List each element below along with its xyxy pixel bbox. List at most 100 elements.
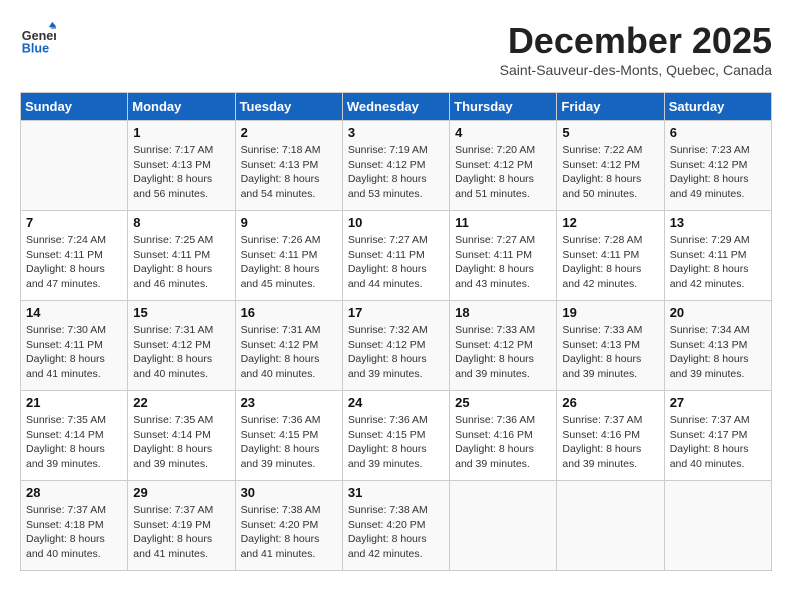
day-info: Sunrise: 7:23 AMSunset: 4:12 PMDaylight:… [670,143,766,202]
day-info: Sunrise: 7:20 AMSunset: 4:12 PMDaylight:… [455,143,551,202]
calendar-day-cell: 7 Sunrise: 7:24 AMSunset: 4:11 PMDaylight… [21,211,128,301]
calendar-day-cell: 17 Sunrise: 7:32 AMSunset: 4:12 PMDayligh… [342,301,449,391]
day-number: 5 [562,125,658,140]
day-info: Sunrise: 7:36 AMSunset: 4:15 PMDaylight:… [348,413,444,472]
day-number: 30 [241,485,337,500]
calendar-day-cell: 3 Sunrise: 7:19 AMSunset: 4:12 PMDaylight… [342,121,449,211]
day-number: 31 [348,485,444,500]
calendar-week-row: 7 Sunrise: 7:24 AMSunset: 4:11 PMDaylight… [21,211,772,301]
month-title: December 2025 [500,20,772,62]
day-info: Sunrise: 7:37 AMSunset: 4:19 PMDaylight:… [133,503,229,562]
calendar-day-cell: 4 Sunrise: 7:20 AMSunset: 4:12 PMDaylight… [450,121,557,211]
day-number: 21 [26,395,122,410]
calendar-day-cell: 24 Sunrise: 7:36 AMSunset: 4:15 PMDayligh… [342,391,449,481]
day-info: Sunrise: 7:30 AMSunset: 4:11 PMDaylight:… [26,323,122,382]
calendar-day-cell: 13 Sunrise: 7:29 AMSunset: 4:11 PMDayligh… [664,211,771,301]
weekday-header-cell: Wednesday [342,93,449,121]
day-info: Sunrise: 7:24 AMSunset: 4:11 PMDaylight:… [26,233,122,292]
day-number: 27 [670,395,766,410]
day-number: 3 [348,125,444,140]
day-number: 25 [455,395,551,410]
day-number: 20 [670,305,766,320]
day-info: Sunrise: 7:29 AMSunset: 4:11 PMDaylight:… [670,233,766,292]
day-info: Sunrise: 7:31 AMSunset: 4:12 PMDaylight:… [133,323,229,382]
day-number: 18 [455,305,551,320]
day-info: Sunrise: 7:34 AMSunset: 4:13 PMDaylight:… [670,323,766,382]
day-info: Sunrise: 7:33 AMSunset: 4:12 PMDaylight:… [455,323,551,382]
calendar-day-cell: 25 Sunrise: 7:36 AMSunset: 4:16 PMDayligh… [450,391,557,481]
day-info: Sunrise: 7:19 AMSunset: 4:12 PMDaylight:… [348,143,444,202]
calendar-day-cell: 12Sunrise: 7:28 AMSunset: 4:11 PMDayligh… [557,211,664,301]
weekday-header-cell: Tuesday [235,93,342,121]
day-info: Sunrise: 7:38 AMSunset: 4:20 PMDaylight:… [241,503,337,562]
day-number: 29 [133,485,229,500]
logo: General Blue [20,20,60,56]
calendar-day-cell: 1 Sunrise: 7:17 AMSunset: 4:13 PMDaylight… [128,121,235,211]
calendar-day-cell: 22 Sunrise: 7:35 AMSunset: 4:14 PMDayligh… [128,391,235,481]
day-info: Sunrise: 7:36 AMSunset: 4:15 PMDaylight:… [241,413,337,472]
weekday-header-row: SundayMondayTuesdayWednesdayThursdayFrid… [21,93,772,121]
calendar-day-cell: 8Sunrise: 7:25 AMSunset: 4:11 PMDaylight… [128,211,235,301]
calendar-day-cell [557,481,664,571]
calendar-week-row: 1 Sunrise: 7:17 AMSunset: 4:13 PMDaylight… [21,121,772,211]
day-info: Sunrise: 7:26 AMSunset: 4:11 PMDaylight:… [241,233,337,292]
day-info: Sunrise: 7:28 AMSunset: 4:11 PMDaylight:… [562,233,658,292]
day-number: 22 [133,395,229,410]
day-info: Sunrise: 7:33 AMSunset: 4:13 PMDaylight:… [562,323,658,382]
day-info: Sunrise: 7:37 AMSunset: 4:17 PMDaylight:… [670,413,766,472]
calendar-day-cell: 28 Sunrise: 7:37 AMSunset: 4:18 PMDayligh… [21,481,128,571]
svg-text:Blue: Blue [22,41,49,55]
calendar-day-cell: 29 Sunrise: 7:37 AMSunset: 4:19 PMDayligh… [128,481,235,571]
day-info: Sunrise: 7:38 AMSunset: 4:20 PMDaylight:… [348,503,444,562]
weekday-header-cell: Saturday [664,93,771,121]
calendar-day-cell [21,121,128,211]
calendar-day-cell [450,481,557,571]
day-number: 2 [241,125,337,140]
day-number: 26 [562,395,658,410]
calendar-week-row: 21 Sunrise: 7:35 AMSunset: 4:14 PMDayligh… [21,391,772,481]
page-header: General Blue December 2025 Saint-Sauveur… [20,20,772,88]
day-info: Sunrise: 7:35 AMSunset: 4:14 PMDaylight:… [26,413,122,472]
day-info: Sunrise: 7:27 AMSunset: 4:11 PMDaylight:… [348,233,444,292]
day-info: Sunrise: 7:35 AMSunset: 4:14 PMDaylight:… [133,413,229,472]
weekday-header-cell: Thursday [450,93,557,121]
day-number: 17 [348,305,444,320]
day-number: 14 [26,305,122,320]
day-info: Sunrise: 7:36 AMSunset: 4:16 PMDaylight:… [455,413,551,472]
day-number: 28 [26,485,122,500]
calendar-day-cell: 23 Sunrise: 7:36 AMSunset: 4:15 PMDayligh… [235,391,342,481]
calendar-day-cell: 27 Sunrise: 7:37 AMSunset: 4:17 PMDayligh… [664,391,771,481]
day-number: 23 [241,395,337,410]
calendar-day-cell: 26 Sunrise: 7:37 AMSunset: 4:16 PMDayligh… [557,391,664,481]
day-number: 15 [133,305,229,320]
calendar-day-cell: 9 Sunrise: 7:26 AMSunset: 4:11 PMDaylight… [235,211,342,301]
calendar-day-cell: 15 Sunrise: 7:31 AMSunset: 4:12 PMDayligh… [128,301,235,391]
calendar-day-cell: 21 Sunrise: 7:35 AMSunset: 4:14 PMDayligh… [21,391,128,481]
calendar-day-cell: 6Sunrise: 7:23 AMSunset: 4:12 PMDaylight… [664,121,771,211]
day-number: 9 [241,215,337,230]
day-info: Sunrise: 7:37 AMSunset: 4:18 PMDaylight:… [26,503,122,562]
day-info: Sunrise: 7:25 AMSunset: 4:11 PMDaylight:… [133,233,229,292]
day-info: Sunrise: 7:32 AMSunset: 4:12 PMDaylight:… [348,323,444,382]
calendar-table: SundayMondayTuesdayWednesdayThursdayFrid… [20,92,772,571]
day-number: 16 [241,305,337,320]
calendar-week-row: 28 Sunrise: 7:37 AMSunset: 4:18 PMDayligh… [21,481,772,571]
day-number: 1 [133,125,229,140]
day-number: 19 [562,305,658,320]
calendar-day-cell: 5Sunrise: 7:22 AMSunset: 4:12 PMDaylight… [557,121,664,211]
day-info: Sunrise: 7:27 AMSunset: 4:11 PMDaylight:… [455,233,551,292]
calendar-day-cell: 11 Sunrise: 7:27 AMSunset: 4:11 PMDayligh… [450,211,557,301]
day-info: Sunrise: 7:17 AMSunset: 4:13 PMDaylight:… [133,143,229,202]
day-number: 11 [455,215,551,230]
calendar-day-cell: 18 Sunrise: 7:33 AMSunset: 4:12 PMDayligh… [450,301,557,391]
day-info: Sunrise: 7:18 AMSunset: 4:13 PMDaylight:… [241,143,337,202]
weekday-header-cell: Sunday [21,93,128,121]
day-info: Sunrise: 7:37 AMSunset: 4:16 PMDaylight:… [562,413,658,472]
calendar-day-cell: 14 Sunrise: 7:30 AMSunset: 4:11 PMDayligh… [21,301,128,391]
weekday-header-cell: Friday [557,93,664,121]
day-number: 24 [348,395,444,410]
calendar-day-cell: 10Sunrise: 7:27 AMSunset: 4:11 PMDayligh… [342,211,449,301]
day-number: 7 [26,215,122,230]
day-number: 13 [670,215,766,230]
day-number: 4 [455,125,551,140]
